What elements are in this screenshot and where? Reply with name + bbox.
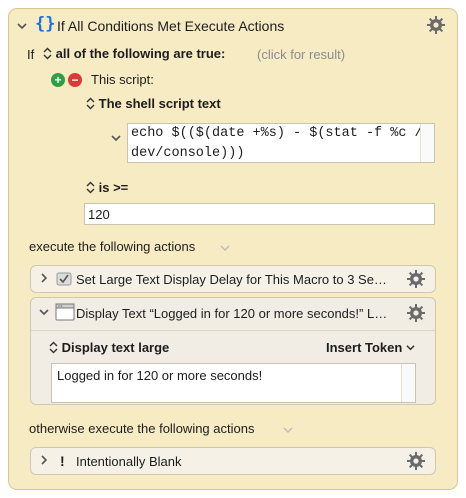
display-mode-label: Display text large (61, 340, 170, 355)
action-title: Display Text “Logged in for 120 or more … (76, 306, 388, 321)
divider (31, 330, 435, 331)
updown-arrows-icon (43, 47, 52, 60)
else-section-chevron-icon[interactable] (283, 425, 293, 438)
collapse-group-chevron-icon[interactable] (17, 21, 27, 34)
if-label: If (27, 47, 35, 62)
expand-action-chevron-icon[interactable] (39, 455, 49, 468)
updown-arrows-icon (86, 181, 95, 194)
action-set-large-text-delay[interactable]: Set Large Text Display Delay for This Ma… (30, 265, 436, 293)
display-text-value: Logged in for 120 or more seconds! (57, 368, 263, 383)
display-mode-popup[interactable]: Display text large (49, 340, 169, 355)
script-scrollbar[interactable] (420, 124, 434, 162)
gear-icon[interactable] (426, 15, 446, 35)
shell-script-text: echo $(($(date +%s) - $(stat -f %c / dev… (131, 126, 423, 161)
exclamation-icon: ! (60, 453, 65, 469)
condition-mode-popup[interactable]: all of the following are true: (43, 46, 225, 61)
script-source-popup[interactable]: The shell script text (86, 96, 221, 111)
remove-condition-button[interactable]: − (68, 73, 82, 87)
stopwatch-checkbox-icon (56, 271, 72, 290)
action-title: Set Large Text Display Delay for This Ma… (76, 272, 387, 287)
action-intentionally-blank[interactable]: ! Intentionally Blank (30, 447, 436, 475)
text-scrollbar[interactable] (401, 364, 415, 402)
braces-icon: {} (35, 14, 56, 34)
condition-mode-label: all of the following are true: (55, 46, 226, 61)
expand-script-chevron-icon[interactable] (111, 133, 121, 146)
insert-token-label: Insert Token (326, 340, 403, 355)
action-display-text[interactable]: Display Text “Logged in for 120 or more … (30, 297, 436, 405)
click-for-result-link[interactable]: (click for result) (257, 47, 345, 62)
updown-arrows-icon (49, 341, 58, 354)
if-then-else-action-panel: {} If All Conditions Met Execute Actions… (8, 8, 458, 490)
comparison-operator-label: is >= (98, 180, 129, 195)
expand-action-chevron-icon[interactable] (39, 273, 49, 286)
action-title: Intentionally Blank (76, 454, 182, 469)
script-source-label: The shell script text (98, 96, 221, 111)
chevron-down-icon (406, 345, 415, 351)
then-section-label: execute the following actions (29, 239, 196, 254)
gear-icon[interactable] (406, 303, 426, 323)
condition-type-label: This script: (91, 72, 154, 87)
group-title: If All Conditions Met Execute Actions (57, 18, 285, 34)
window-icon (55, 303, 75, 324)
else-section-label: otherwise execute the following actions (29, 421, 255, 436)
comparison-value: 120 (88, 207, 110, 222)
gear-icon[interactable] (406, 451, 426, 471)
shell-script-editor[interactable]: echo $(($(date +%s) - $(stat -f %c / dev… (127, 123, 435, 163)
then-section-chevron-icon[interactable] (220, 243, 230, 256)
display-text-field[interactable]: Logged in for 120 or more seconds! (51, 363, 416, 403)
add-condition-button[interactable]: + (51, 73, 65, 87)
gear-icon[interactable] (406, 269, 426, 289)
updown-arrows-icon (86, 97, 95, 110)
collapse-action-chevron-icon[interactable] (39, 307, 49, 320)
comparison-value-field[interactable]: 120 (84, 203, 435, 225)
insert-token-menu[interactable]: Insert Token (326, 340, 415, 355)
comparison-operator-popup[interactable]: is >= (86, 180, 128, 195)
